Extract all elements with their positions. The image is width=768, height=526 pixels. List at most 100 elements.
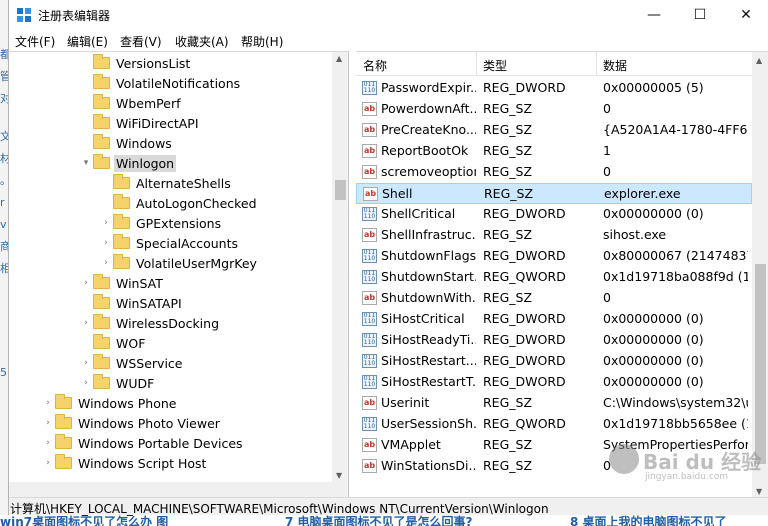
value-row[interactable]: 011 110 SiHostRestart... REG_DWORD 0x000000…: [356, 351, 752, 372]
value-row[interactable]: ab Userinit REG_SZ C:\Windows\system32\u: [356, 393, 752, 414]
tree-scroll-thumb[interactable]: [335, 180, 346, 200]
chevron-right-icon[interactable]: ›: [79, 318, 93, 328]
value-type: REG_DWORD: [483, 80, 566, 95]
value-type: REG_DWORD: [483, 332, 566, 347]
menu-favorites[interactable]: 收藏夹(A): [175, 33, 229, 50]
tree-item[interactable]: Windows: [79, 133, 174, 153]
value-row[interactable]: 011 110 PasswordExpir... REG_DWORD 0x000000…: [356, 78, 752, 99]
tree-item-label: VolatileUserMgrKey: [136, 255, 257, 271]
value-row[interactable]: ab PowerdownAft... REG_SZ 0: [356, 99, 752, 120]
tree-item[interactable]: › Windows Portable Devices: [41, 433, 245, 453]
value-row[interactable]: ab PreCreateKno... REG_SZ {A520A1A4-1780-4F…: [356, 120, 752, 141]
chevron-down-icon[interactable]: ▾: [79, 158, 93, 168]
binary-value-icon: 011 110: [362, 249, 377, 263]
tree-item[interactable]: › SpecialAccounts: [99, 233, 240, 253]
tree-item[interactable]: › VolatileUserMgrKey: [99, 253, 259, 273]
tree-item[interactable]: › Windows Photo Viewer: [41, 413, 222, 433]
binary-value-icon: 011 110: [362, 333, 377, 347]
minimize-button[interactable]: —: [631, 0, 677, 30]
value-type: REG_SZ: [483, 143, 533, 158]
scroll-down-arrow-icon[interactable]: ▼: [756, 487, 762, 496]
tree-item[interactable]: VolatileNotifications: [79, 73, 242, 93]
value-name: PreCreateKno...: [381, 122, 476, 137]
menu-help[interactable]: 帮助(H): [241, 33, 283, 50]
chevron-right-icon[interactable]: ›: [41, 418, 55, 428]
tree-item[interactable]: › WSService: [79, 353, 185, 373]
tree-item[interactable]: › Windows Script Host: [41, 453, 208, 473]
value-row[interactable]: 011 110 ShutdownStart... REG_QWORD 0x1d1971…: [356, 267, 752, 288]
tree-item[interactable]: WinSATAPI: [79, 293, 184, 313]
value-row[interactable]: ab ShellInfrastruc... REG_SZ sihost.exe: [356, 225, 752, 246]
chevron-right-icon[interactable]: ›: [99, 258, 113, 268]
menu-file[interactable]: 文件(F): [15, 33, 55, 50]
tree-horizontal-scrollbar[interactable]: [9, 482, 348, 497]
list-scroll-thumb[interactable]: [755, 264, 766, 464]
binary-value-icon: 011 110: [362, 312, 377, 326]
tree-item[interactable]: › GPExtensions: [99, 213, 223, 233]
menu-edit[interactable]: 编辑(E): [67, 33, 108, 50]
tree-item[interactable]: AutoLogonChecked: [99, 193, 259, 213]
value-row[interactable]: 011 110 UserSessionSh... REG_QWORD 0x1d1971…: [356, 414, 752, 435]
value-data: sihost.exe: [603, 227, 667, 242]
value-row[interactable]: 011 110 SiHostReadyTi... REG_DWORD 0x000000…: [356, 330, 752, 351]
registry-app-icon: [17, 8, 32, 23]
tree-item[interactable]: VersionsList: [79, 53, 192, 73]
background-text: r: [0, 196, 5, 209]
column-name-header[interactable]: 名称: [363, 57, 387, 74]
tree-item[interactable]: › WUDF: [79, 373, 156, 393]
scroll-up-arrow-icon[interactable]: ▲: [336, 54, 342, 63]
baidu-paw-logo: [609, 444, 639, 474]
menu-view[interactable]: 查看(V): [120, 33, 162, 50]
folder-icon: [55, 454, 72, 469]
tree-item[interactable]: WbemPerf: [79, 93, 182, 113]
value-row[interactable]: ab ShutdownWith... REG_SZ 0: [356, 288, 752, 309]
value-type: REG_SZ: [483, 164, 533, 179]
chevron-right-icon[interactable]: ›: [41, 458, 55, 468]
chevron-right-icon[interactable]: ›: [79, 378, 93, 388]
tree-vertical-scrollbar[interactable]: ▲ ▼: [332, 52, 348, 482]
tree-item-label: WUDF: [116, 375, 155, 391]
column-data-header[interactable]: 数据: [603, 57, 627, 74]
list-vertical-scrollbar[interactable]: ▲ ▼: [752, 52, 768, 497]
value-row[interactable]: ab scremoveoption REG_SZ 0: [356, 162, 752, 183]
scroll-up-arrow-icon[interactable]: ▲: [756, 56, 762, 65]
folder-icon: [55, 394, 72, 409]
folder-icon: [113, 194, 130, 209]
title-bar[interactable]: 注册表编辑器 — ☐ ✕: [9, 0, 768, 30]
tree-item[interactable]: AlternateShells: [99, 173, 233, 193]
folder-icon: [93, 114, 110, 129]
tree-item[interactable]: › Windows Phone: [41, 393, 179, 413]
tree-item-label: VersionsList: [116, 55, 191, 71]
tree-item[interactable]: ▾ Winlogon: [79, 153, 177, 173]
chevron-right-icon[interactable]: ›: [79, 358, 93, 368]
tree-item-label: Windows: [116, 135, 172, 151]
tree-item[interactable]: › WirelessDocking: [79, 313, 221, 333]
chevron-right-icon[interactable]: ›: [99, 218, 113, 228]
maximize-button[interactable]: ☐: [677, 0, 723, 30]
value-row[interactable]: ab ReportBootOk REG_SZ 1: [356, 141, 752, 162]
string-value-icon: ab: [362, 165, 377, 179]
chevron-right-icon[interactable]: ›: [41, 398, 55, 408]
key-tree-pane[interactable]: › Windows Script Host › Windows Portable De…: [9, 51, 349, 497]
value-row[interactable]: 011 110 ShellCritical REG_DWORD 0x00000000 …: [356, 204, 752, 225]
tree-item[interactable]: WiFiDirectAPI: [79, 113, 201, 133]
value-type: REG_DWORD: [483, 206, 566, 221]
value-row[interactable]: 011 110 ShutdownFlags REG_DWORD 0x80000067 …: [356, 246, 752, 267]
tree-item[interactable]: WOF: [79, 333, 147, 353]
value-row[interactable]: ab Shell REG_SZ explorer.exe: [356, 183, 752, 204]
folder-icon: [93, 354, 110, 369]
value-name: SiHostReadyTi...: [381, 332, 476, 347]
tree-item[interactable]: › WinSAT: [79, 273, 165, 293]
value-row[interactable]: 011 110 SiHostRestartT... REG_DWORD 0x00000…: [356, 372, 752, 393]
close-button[interactable]: ✕: [723, 0, 768, 30]
chevron-right-icon[interactable]: ›: [41, 438, 55, 448]
chevron-right-icon[interactable]: ›: [79, 278, 93, 288]
scroll-down-arrow-icon[interactable]: ▼: [336, 471, 342, 480]
value-row[interactable]: 011 110 SiHostCritical REG_DWORD 0x00000000…: [356, 309, 752, 330]
value-data: explorer.exe: [604, 186, 681, 201]
chevron-right-icon[interactable]: ›: [99, 238, 113, 248]
column-type-header[interactable]: 类型: [483, 57, 507, 74]
value-name: Userinit: [381, 395, 430, 410]
value-name: PasswordExpir...: [381, 80, 476, 95]
value-list-pane[interactable]: 名称 类型 数据 011 110 PasswordExpir... REG_DWOR…: [356, 51, 768, 497]
